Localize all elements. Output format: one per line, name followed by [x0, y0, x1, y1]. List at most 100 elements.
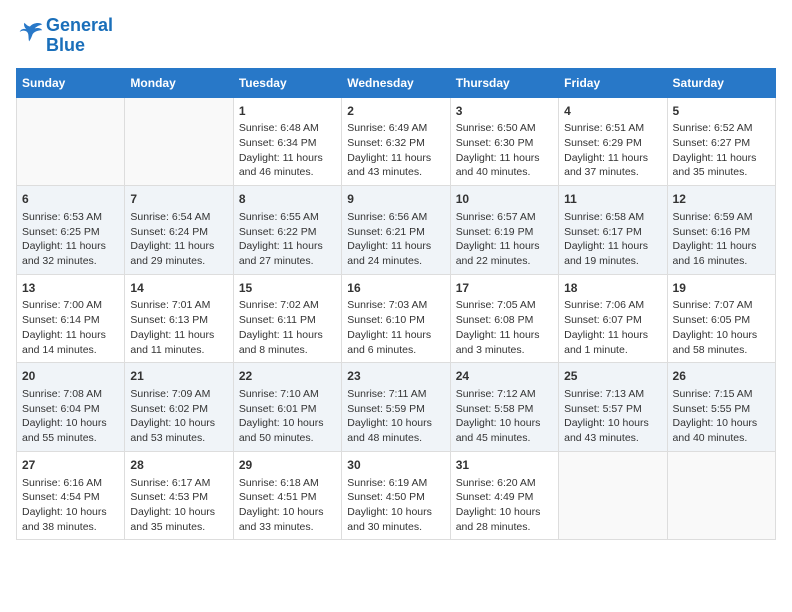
calendar-cell: 7Sunrise: 6:54 AMSunset: 6:24 PMDaylight…	[125, 186, 233, 275]
day-number: 4	[564, 103, 661, 120]
day-number: 19	[673, 280, 770, 297]
day-of-week-header: Sunday	[17, 68, 125, 97]
calendar-cell: 31Sunrise: 6:20 AMSunset: 4:49 PMDayligh…	[450, 451, 558, 540]
cell-content-line: Sunset: 6:10 PM	[347, 313, 444, 328]
day-number: 15	[239, 280, 336, 297]
cell-content-line: Daylight: 10 hours and 48 minutes.	[347, 416, 444, 445]
day-number: 24	[456, 368, 553, 385]
cell-content-line: Daylight: 11 hours and 40 minutes.	[456, 151, 553, 180]
cell-content-line: Sunset: 6:02 PM	[130, 402, 227, 417]
cell-content-line: Sunrise: 6:59 AM	[673, 210, 770, 225]
cell-content-line: Daylight: 11 hours and 11 minutes.	[130, 328, 227, 357]
day-number: 27	[22, 457, 119, 474]
cell-content-line: Sunset: 5:59 PM	[347, 402, 444, 417]
cell-content-line: Sunset: 6:17 PM	[564, 225, 661, 240]
calendar-week-row: 6Sunrise: 6:53 AMSunset: 6:25 PMDaylight…	[17, 186, 776, 275]
calendar-week-row: 20Sunrise: 7:08 AMSunset: 6:04 PMDayligh…	[17, 363, 776, 452]
calendar-cell: 15Sunrise: 7:02 AMSunset: 6:11 PMDayligh…	[233, 274, 341, 363]
cell-content-line: Sunrise: 6:53 AM	[22, 210, 119, 225]
cell-content-line: Daylight: 11 hours and 14 minutes.	[22, 328, 119, 357]
logo-text-line1: General	[46, 16, 113, 36]
day-number: 3	[456, 103, 553, 120]
day-number: 28	[130, 457, 227, 474]
day-number: 26	[673, 368, 770, 385]
cell-content-line: Sunset: 6:08 PM	[456, 313, 553, 328]
cell-content-line: Daylight: 10 hours and 58 minutes.	[673, 328, 770, 357]
cell-content-line: Sunrise: 6:56 AM	[347, 210, 444, 225]
cell-content-line: Sunset: 6:13 PM	[130, 313, 227, 328]
cell-content-line: Daylight: 10 hours and 38 minutes.	[22, 505, 119, 534]
cell-content-line: Sunset: 6:05 PM	[673, 313, 770, 328]
cell-content-line: Daylight: 11 hours and 6 minutes.	[347, 328, 444, 357]
cell-content-line: Daylight: 10 hours and 53 minutes.	[130, 416, 227, 445]
cell-content-line: Daylight: 10 hours and 35 minutes.	[130, 505, 227, 534]
cell-content-line: Sunset: 4:51 PM	[239, 490, 336, 505]
day-number: 16	[347, 280, 444, 297]
cell-content-line: Sunrise: 6:49 AM	[347, 121, 444, 136]
day-number: 12	[673, 191, 770, 208]
cell-content-line: Sunrise: 7:06 AM	[564, 298, 661, 313]
cell-content-line: Sunset: 6:32 PM	[347, 136, 444, 151]
cell-content-line: Daylight: 11 hours and 24 minutes.	[347, 239, 444, 268]
cell-content-line: Sunrise: 6:55 AM	[239, 210, 336, 225]
cell-content-line: Daylight: 10 hours and 43 minutes.	[564, 416, 661, 445]
cell-content-line: Daylight: 11 hours and 46 minutes.	[239, 151, 336, 180]
cell-content-line: Daylight: 10 hours and 40 minutes.	[673, 416, 770, 445]
cell-content-line: Daylight: 11 hours and 29 minutes.	[130, 239, 227, 268]
cell-content-line: Sunrise: 7:08 AM	[22, 387, 119, 402]
day-number: 23	[347, 368, 444, 385]
day-of-week-header: Thursday	[450, 68, 558, 97]
calendar-cell: 9Sunrise: 6:56 AMSunset: 6:21 PMDaylight…	[342, 186, 450, 275]
calendar-cell: 18Sunrise: 7:06 AMSunset: 6:07 PMDayligh…	[559, 274, 667, 363]
cell-content-line: Sunset: 6:25 PM	[22, 225, 119, 240]
cell-content-line: Sunrise: 6:57 AM	[456, 210, 553, 225]
cell-content-line: Daylight: 11 hours and 3 minutes.	[456, 328, 553, 357]
cell-content-line: Daylight: 11 hours and 19 minutes.	[564, 239, 661, 268]
page-header: General Blue	[16, 16, 776, 56]
calendar-table: SundayMondayTuesdayWednesdayThursdayFrid…	[16, 68, 776, 541]
cell-content-line: Sunset: 6:01 PM	[239, 402, 336, 417]
cell-content-line: Daylight: 11 hours and 16 minutes.	[673, 239, 770, 268]
cell-content-line: Daylight: 11 hours and 32 minutes.	[22, 239, 119, 268]
calendar-cell	[559, 451, 667, 540]
day-of-week-header: Wednesday	[342, 68, 450, 97]
cell-content-line: Sunrise: 7:11 AM	[347, 387, 444, 402]
day-number: 22	[239, 368, 336, 385]
cell-content-line: Sunset: 4:50 PM	[347, 490, 444, 505]
cell-content-line: Sunrise: 6:16 AM	[22, 476, 119, 491]
cell-content-line: Sunrise: 7:12 AM	[456, 387, 553, 402]
day-number: 17	[456, 280, 553, 297]
cell-content-line: Sunrise: 7:07 AM	[673, 298, 770, 313]
day-of-week-header: Saturday	[667, 68, 775, 97]
calendar-cell: 13Sunrise: 7:00 AMSunset: 6:14 PMDayligh…	[17, 274, 125, 363]
cell-content-line: Daylight: 11 hours and 35 minutes.	[673, 151, 770, 180]
calendar-cell	[667, 451, 775, 540]
cell-content-line: Sunrise: 6:20 AM	[456, 476, 553, 491]
cell-content-line: Daylight: 11 hours and 37 minutes.	[564, 151, 661, 180]
cell-content-line: Sunrise: 6:18 AM	[239, 476, 336, 491]
calendar-cell: 2Sunrise: 6:49 AMSunset: 6:32 PMDaylight…	[342, 97, 450, 186]
cell-content-line: Sunset: 6:34 PM	[239, 136, 336, 151]
cell-content-line: Daylight: 11 hours and 1 minute.	[564, 328, 661, 357]
day-number: 11	[564, 191, 661, 208]
cell-content-line: Daylight: 11 hours and 27 minutes.	[239, 239, 336, 268]
cell-content-line: Sunset: 4:54 PM	[22, 490, 119, 505]
cell-content-line: Sunset: 6:22 PM	[239, 225, 336, 240]
calendar-cell: 30Sunrise: 6:19 AMSunset: 4:50 PMDayligh…	[342, 451, 450, 540]
cell-content-line: Daylight: 10 hours and 33 minutes.	[239, 505, 336, 534]
cell-content-line: Sunrise: 6:19 AM	[347, 476, 444, 491]
day-number: 5	[673, 103, 770, 120]
cell-content-line: Sunrise: 6:51 AM	[564, 121, 661, 136]
cell-content-line: Sunrise: 6:58 AM	[564, 210, 661, 225]
cell-content-line: Sunset: 6:29 PM	[564, 136, 661, 151]
cell-content-line: Sunset: 6:11 PM	[239, 313, 336, 328]
day-number: 21	[130, 368, 227, 385]
calendar-cell: 25Sunrise: 7:13 AMSunset: 5:57 PMDayligh…	[559, 363, 667, 452]
cell-content-line: Sunrise: 7:10 AM	[239, 387, 336, 402]
calendar-cell: 19Sunrise: 7:07 AMSunset: 6:05 PMDayligh…	[667, 274, 775, 363]
cell-content-line: Sunrise: 7:13 AM	[564, 387, 661, 402]
day-number: 9	[347, 191, 444, 208]
calendar-cell: 24Sunrise: 7:12 AMSunset: 5:58 PMDayligh…	[450, 363, 558, 452]
calendar-cell: 14Sunrise: 7:01 AMSunset: 6:13 PMDayligh…	[125, 274, 233, 363]
calendar-cell: 4Sunrise: 6:51 AMSunset: 6:29 PMDaylight…	[559, 97, 667, 186]
